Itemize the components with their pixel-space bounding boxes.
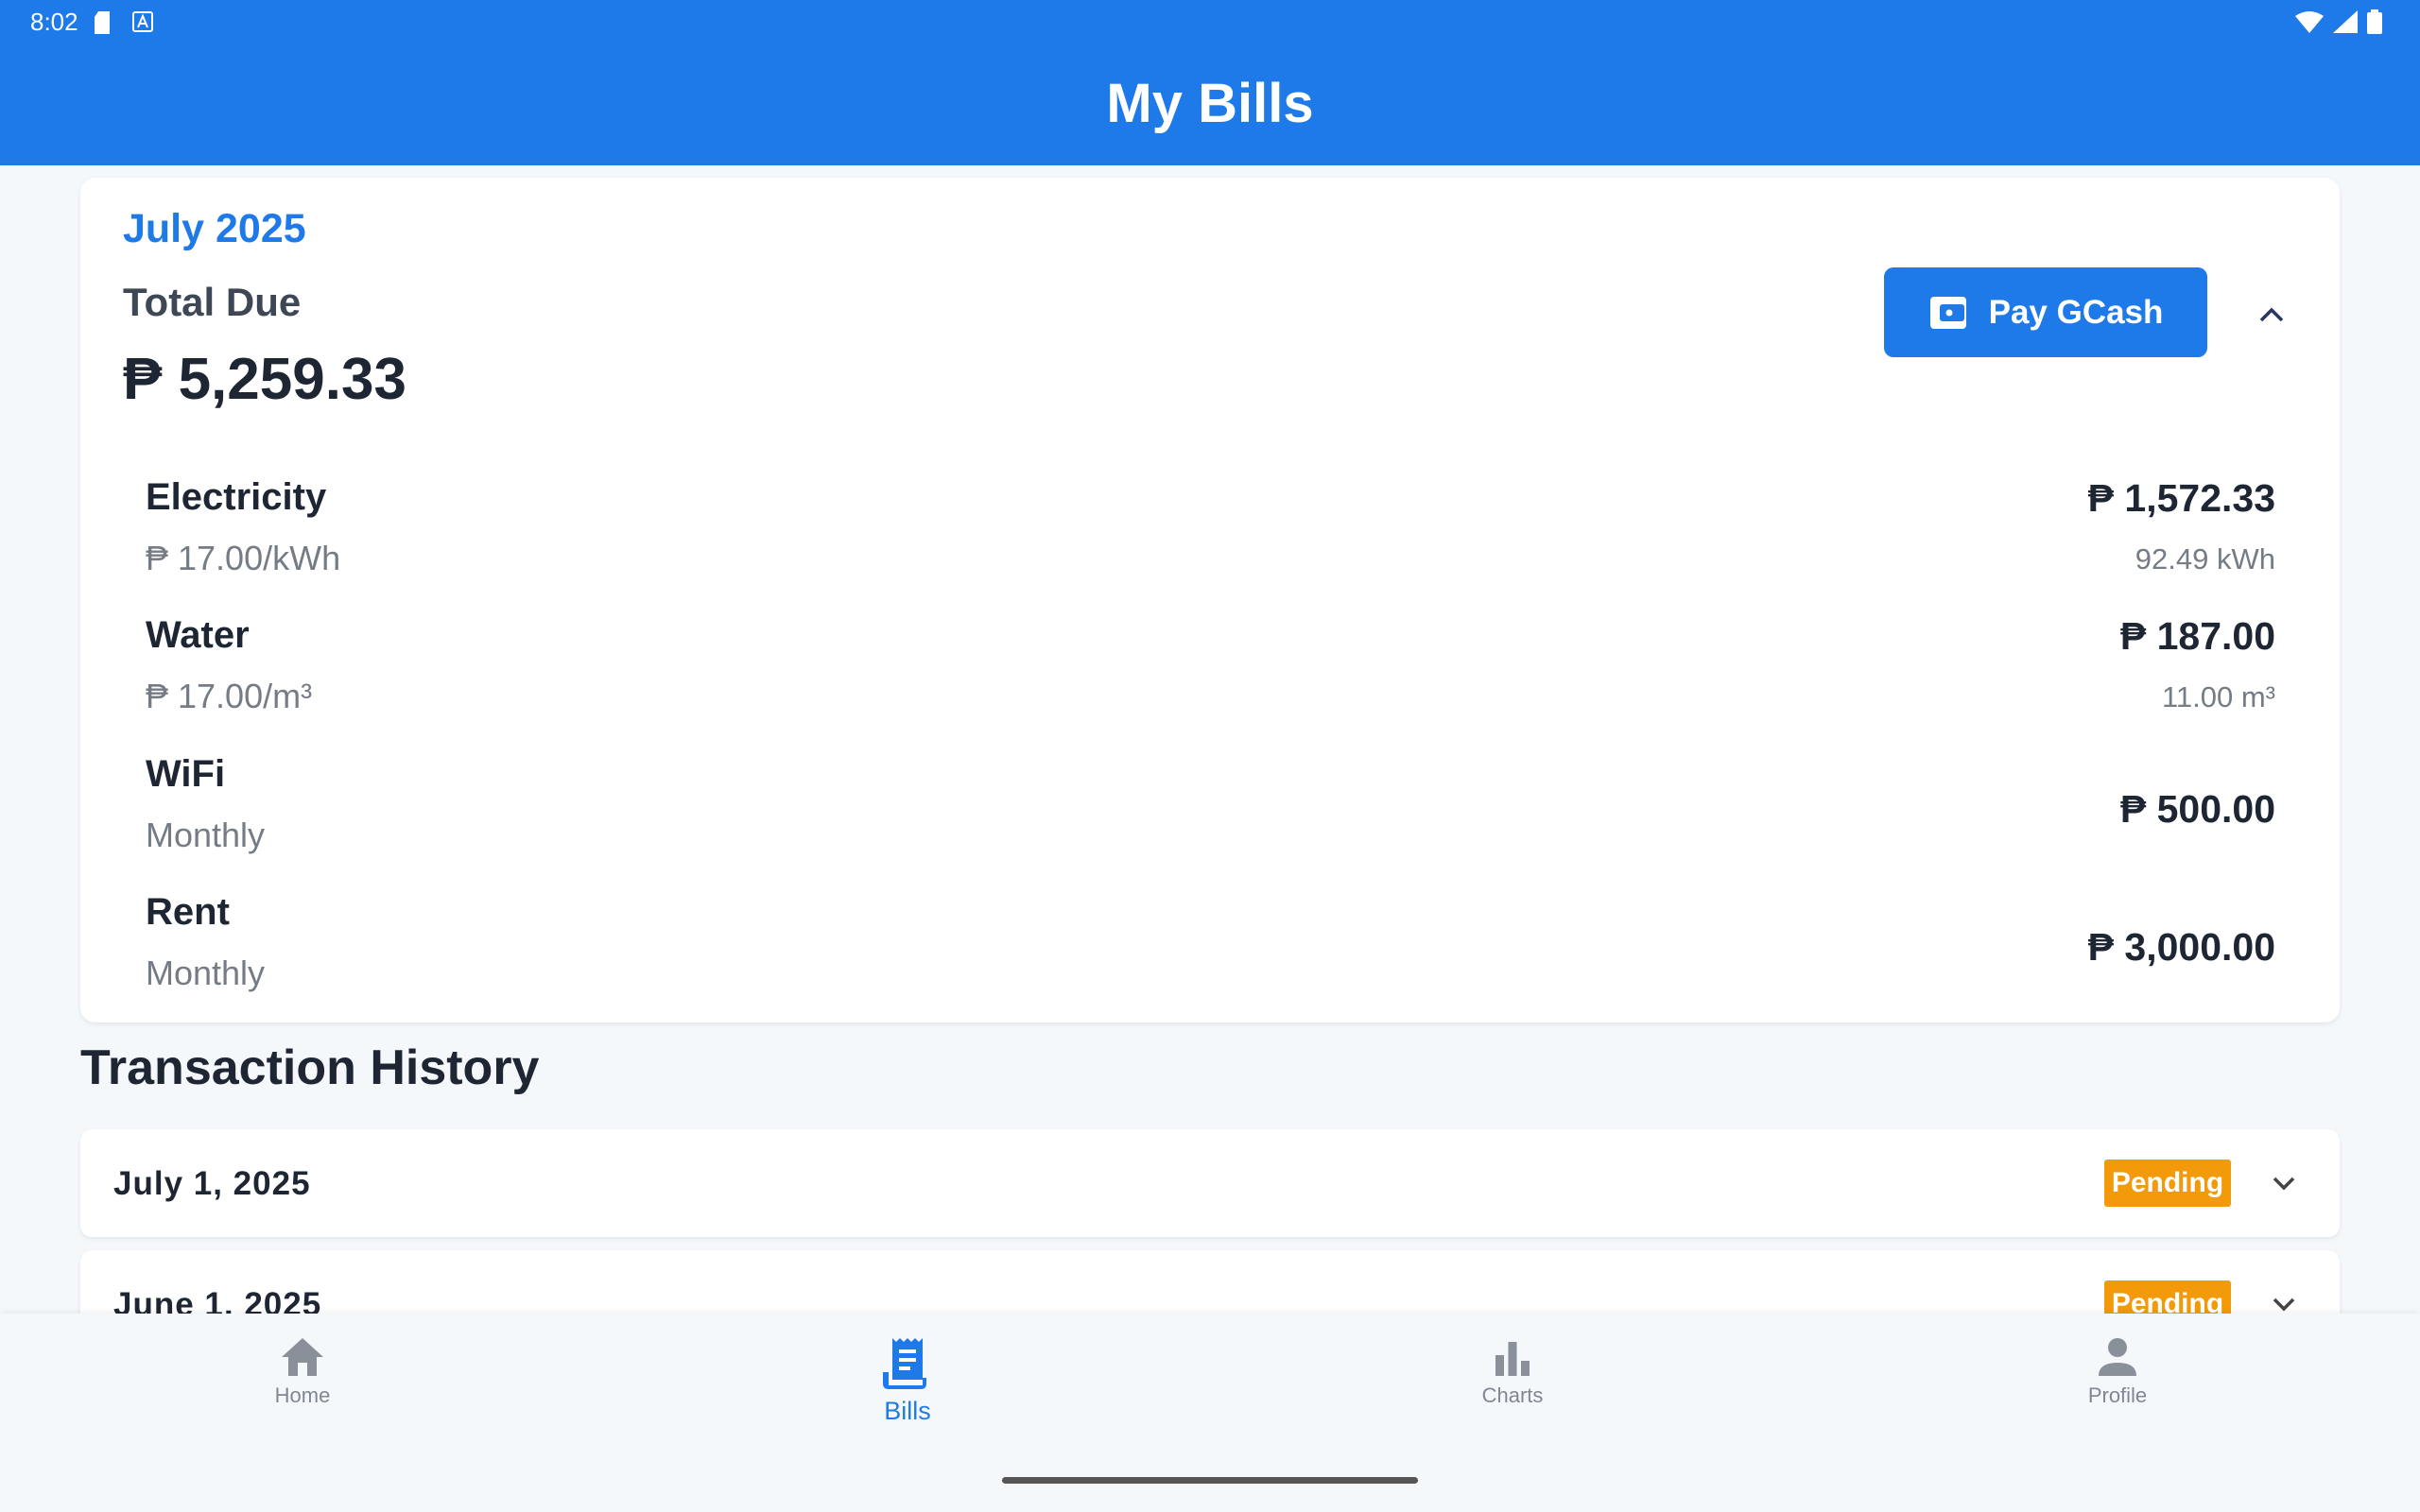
total-due-label: Total Due [123, 280, 302, 324]
pay-gcash-label: Pay GCash [1988, 293, 2164, 331]
status-time: 8:02 [30, 8, 78, 36]
home-icon [282, 1338, 323, 1376]
status-badge: Pending [2104, 1160, 2231, 1207]
bill-month: July 2025 [123, 206, 306, 251]
bill-item-rent: Rent Monthly ₱ 3,000.00 [146, 891, 2275, 1023]
collapse-button[interactable] [2248, 291, 2295, 338]
bill-item-amount: ₱ 1,572.33 [2087, 476, 2275, 520]
nav-item-profile[interactable]: Profile [2023, 1336, 2212, 1408]
expand-button[interactable] [2265, 1164, 2303, 1202]
transaction-history-title: Transaction History [80, 1040, 540, 1095]
bill-item-frequency: Monthly [146, 816, 266, 854]
nav-label-bills: Bills [884, 1397, 931, 1425]
chevron-up-icon [2259, 307, 2284, 322]
bill-item-electricity: Electricity ₱ 17.00/kWh ₱ 1,572.33 92.49… [146, 476, 2275, 609]
bill-item-name: WiFi [146, 753, 226, 795]
bill-item-frequency: Monthly [146, 954, 266, 992]
nav-label-charts: Charts [1481, 1383, 1544, 1407]
sd-card-icon [95, 11, 110, 34]
nav-label-profile: Profile [2087, 1383, 2148, 1407]
app-bar: 8:02 My Bills [0, 0, 2420, 165]
bill-item-rate: ₱ 17.00/kWh [146, 539, 341, 577]
cell-signal-icon [2333, 10, 2358, 33]
receipt-icon [883, 1338, 926, 1389]
battery-icon [2367, 9, 2382, 34]
bill-item-usage: 11.00 m³ [2161, 680, 2275, 713]
bill-item-rate: ₱ 17.00/m³ [146, 677, 313, 715]
bill-item-amount: ₱ 3,000.00 [2087, 925, 2275, 969]
chevron-down-icon [2273, 1177, 2295, 1191]
bill-item-name: Water [146, 614, 250, 656]
bar-chart-icon [1495, 1342, 1530, 1376]
bill-card: July 2025 Total Due ₱ 5,259.33 Pay GCash… [80, 178, 2340, 1022]
home-indicator[interactable] [1002, 1477, 1418, 1484]
bill-item-name: Rent [146, 891, 230, 933]
wifi-icon [2295, 11, 2324, 33]
transaction-date: July 1, 2025 [113, 1165, 311, 1202]
bill-item-amount: ₱ 500.00 [2119, 787, 2275, 831]
pay-gcash-button[interactable]: Pay GCash [1884, 267, 2207, 357]
nav-item-charts[interactable]: Charts [1418, 1336, 1607, 1408]
bill-item-water: Water ₱ 17.00/m³ ₱ 187.00 11.00 m³ [146, 614, 2275, 747]
page-title: My Bills [1106, 73, 1314, 134]
bill-item-wifi: WiFi Monthly ₱ 500.00 [146, 753, 2275, 885]
keyboard-a-icon [132, 11, 153, 32]
chevron-down-icon [2273, 1297, 2295, 1312]
transaction-row[interactable]: July 1, 2025 Pending [80, 1129, 2340, 1237]
nav-label-home: Home [274, 1383, 331, 1407]
wallet-icon [1929, 296, 1966, 329]
person-icon [2099, 1338, 2136, 1376]
status-bar: 8:02 [0, 0, 2420, 45]
bill-item-amount: ₱ 187.00 [2119, 614, 2275, 658]
total-due-amount: ₱ 5,259.33 [123, 347, 406, 412]
bill-item-usage: 92.49 kWh [2135, 542, 2275, 576]
nav-item-home[interactable]: Home [208, 1336, 397, 1408]
nav-item-bills[interactable]: Bills [813, 1336, 1002, 1426]
bill-item-name: Electricity [146, 476, 327, 518]
